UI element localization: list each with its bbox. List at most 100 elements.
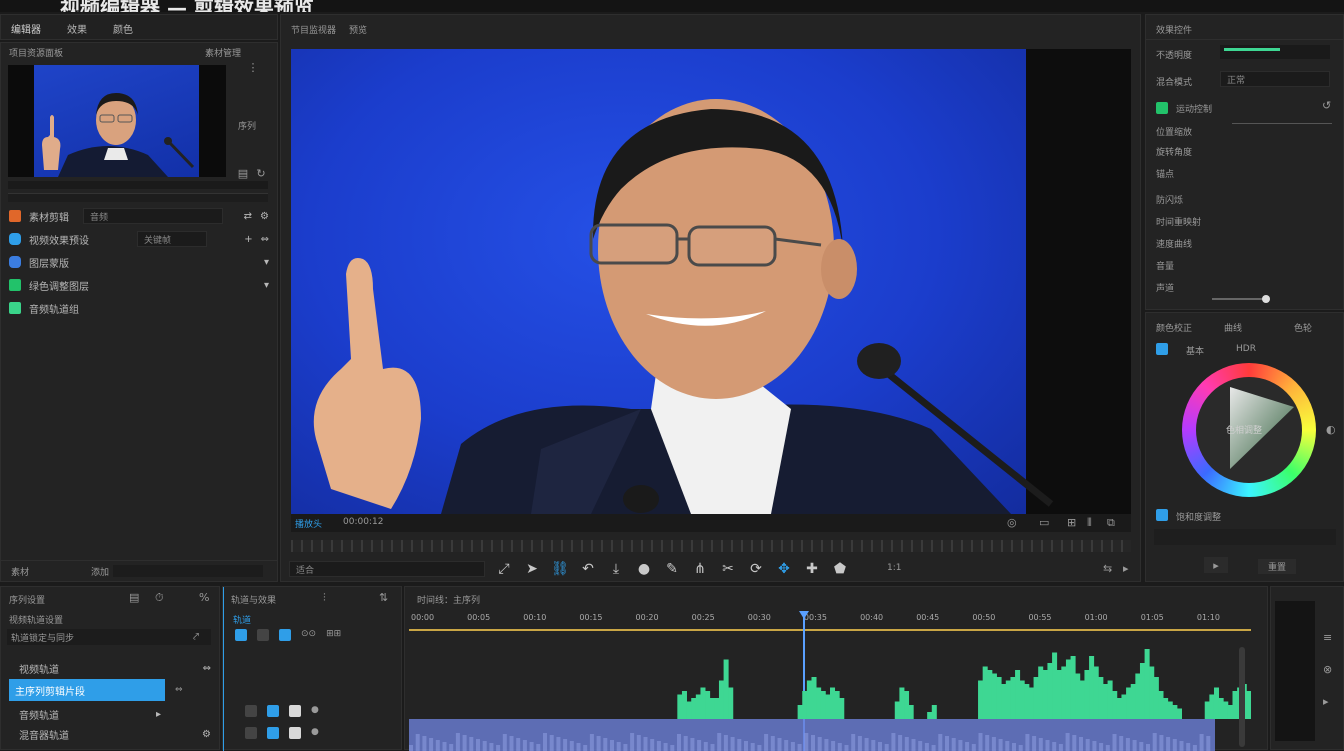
blend-mode-select[interactable]: 正常	[1220, 71, 1330, 87]
project-item-2[interactable]: 视频效果预设 关键帧 + ⇔	[9, 230, 269, 248]
rotate-icon[interactable]: ⟳	[745, 558, 767, 580]
color-wheel[interactable]: 色相调整	[1182, 363, 1316, 497]
timeline-ruler[interactable]: 00:00 00:05 00:10 00:15 00:20 00:25 00:30 00:35…	[409, 611, 1251, 631]
sequence-item-side[interactable]: ⇔	[175, 685, 183, 695]
sequence-item-selected[interactable]: 主序列剪辑片段	[9, 679, 165, 701]
pen-tool-icon[interactable]: ✎	[661, 558, 683, 580]
timeline-scrollbar[interactable]	[1239, 647, 1245, 747]
sort-icon[interactable]: ⇅	[379, 591, 388, 604]
trim-icon[interactable]: ⤢	[493, 558, 515, 580]
audio-level-bar	[1079, 680, 1085, 719]
list-view-icon[interactable]: ▤	[237, 167, 249, 180]
monitor-icon[interactable]: ▭	[1039, 516, 1049, 529]
grid-icon[interactable]: ⊞	[1067, 516, 1076, 529]
tab-color[interactable]: 颜色	[113, 21, 133, 36]
magnet-icon[interactable]: ⋔	[689, 558, 711, 580]
track-dot-icon[interactable]: ●	[311, 705, 319, 717]
expand-icon[interactable]: ▾	[264, 257, 269, 268]
program-video-frame[interactable]	[291, 49, 1131, 514]
slip-icon[interactable]: ⤓	[605, 558, 627, 580]
color-tab-curves[interactable]: 曲线	[1224, 321, 1242, 334]
opacity-slider[interactable]	[1220, 45, 1330, 59]
track-icon[interactable]	[289, 727, 301, 739]
track-icon[interactable]	[289, 705, 301, 717]
sequence-item-label: 主序列剪辑片段	[15, 686, 85, 698]
more-icon[interactable]: ⋮	[247, 61, 259, 74]
toggle-icon[interactable]: ⊞⊞	[326, 629, 341, 641]
track-icon[interactable]	[267, 727, 279, 739]
track-icon[interactable]	[267, 705, 279, 717]
arrow-icon[interactable]: ⇄	[244, 211, 252, 222]
audio-track-waveform[interactable]	[409, 631, 1251, 751]
crop-icon[interactable]: ⧉	[1107, 516, 1115, 530]
clock-icon[interactable]: ⏱	[155, 591, 164, 605]
move-icon[interactable]: ⇔	[261, 234, 269, 245]
menu-icon[interactable]: ▤	[129, 591, 139, 604]
ripple-icon[interactable]: ↶	[577, 558, 599, 580]
trend-icon[interactable]: ⤤	[193, 630, 199, 644]
project-footer-icon[interactable]: 添加	[91, 565, 109, 578]
tab-editor[interactable]: 编辑器	[11, 21, 41, 36]
track-icon[interactable]	[257, 629, 269, 641]
track-icon[interactable]	[235, 629, 247, 641]
toggle-icon[interactable]: ⊙⊙	[301, 629, 316, 641]
hand-tool-icon[interactable]: ✥	[773, 558, 795, 580]
move-tool-icon[interactable]: ✚	[801, 558, 823, 580]
track-icon[interactable]	[245, 705, 257, 717]
refresh-icon[interactable]: ↻	[255, 167, 267, 180]
position-slider[interactable]	[1232, 123, 1332, 124]
color-tab-correction[interactable]: 颜色校正	[1156, 321, 1192, 334]
project-item-3[interactable]: 图层蒙版 ▾	[9, 253, 269, 271]
panel-icon[interactable]: ≡	[1323, 631, 1332, 644]
project-item-value[interactable]: 音频	[83, 208, 223, 224]
comment-icon[interactable]: ●	[633, 558, 655, 580]
video-track-texture	[610, 740, 614, 751]
filter-icon[interactable]: ⫶	[323, 591, 326, 605]
playback-speed[interactable]: 1:1	[887, 563, 901, 573]
export-frame-icon[interactable]: ⇆	[1103, 562, 1112, 575]
link-icon[interactable]: ⛓	[549, 558, 571, 580]
project-panel-header-right[interactable]: 素材管理	[205, 46, 241, 59]
color-reset-button[interactable]: 重置	[1258, 559, 1297, 574]
panel-icon[interactable]: ▸	[1323, 695, 1329, 708]
select-tool-icon[interactable]: ➤	[521, 558, 543, 580]
program-scrub-bar[interactable]	[291, 540, 1131, 552]
settings-icon[interactable]: ▸	[1123, 562, 1129, 575]
sequence-row-2-container[interactable]: 轨道锁定与同步 ⤤	[7, 629, 211, 645]
sequence-item[interactable]: 视频轨道 ⇔	[9, 659, 211, 677]
project-item-1[interactable]: 素材剪辑 音频 ⇄ ⚙	[9, 207, 269, 225]
percent-icon[interactable]: %	[199, 591, 209, 604]
program-monitor-header-right[interactable]: 预览	[349, 23, 367, 36]
project-footer-slider[interactable]	[113, 565, 263, 577]
clip-thumbnail[interactable]	[8, 65, 226, 177]
camera-icon[interactable]: ⬟	[829, 558, 851, 580]
sequence-item[interactable]: 混音器轨道 ⚙	[9, 725, 211, 743]
zoom-select[interactable]: 适合	[289, 561, 485, 577]
reset-icon[interactable]: ↺	[1322, 99, 1331, 112]
tab-effects[interactable]: 效果	[67, 21, 87, 36]
plus-icon[interactable]: +	[244, 234, 252, 245]
nav-icon[interactable]: ⚙	[202, 729, 211, 740]
track-icon[interactable]	[279, 629, 291, 641]
sequence-item[interactable]: 音频轨道 ▸	[9, 705, 211, 723]
panel-icon[interactable]: ⊗	[1323, 663, 1332, 676]
saturation-field[interactable]	[1154, 529, 1336, 545]
razor-icon[interactable]: ✂	[717, 558, 739, 580]
nav-icon[interactable]: ⇔	[203, 663, 211, 674]
track-dot-icon[interactable]: ●	[311, 727, 319, 739]
thumbnail-scrubber[interactable]	[8, 181, 268, 189]
settings-icon[interactable]: ⚙	[260, 211, 269, 222]
project-item-value[interactable]: 关键帧	[137, 231, 207, 247]
expand-icon[interactable]: ▾	[264, 280, 269, 291]
nav-icon[interactable]: ▸	[156, 709, 161, 720]
color-tab-wheels[interactable]: 色轮	[1294, 321, 1312, 334]
safe-margins-icon[interactable]: ◎	[1007, 516, 1017, 529]
volume-slider[interactable]	[1212, 295, 1270, 303]
play-icon[interactable]: ▸	[1204, 557, 1228, 573]
project-item-5[interactable]: 音频轨道组	[9, 299, 269, 317]
project-item-4[interactable]: 绿色调整图层 ▾	[9, 276, 269, 294]
track-icon[interactable]	[245, 727, 257, 739]
effect-preset-icon	[9, 233, 21, 245]
color-side-icon[interactable]: ◐	[1326, 423, 1336, 436]
columns-icon[interactable]: ⦀	[1087, 516, 1092, 530]
